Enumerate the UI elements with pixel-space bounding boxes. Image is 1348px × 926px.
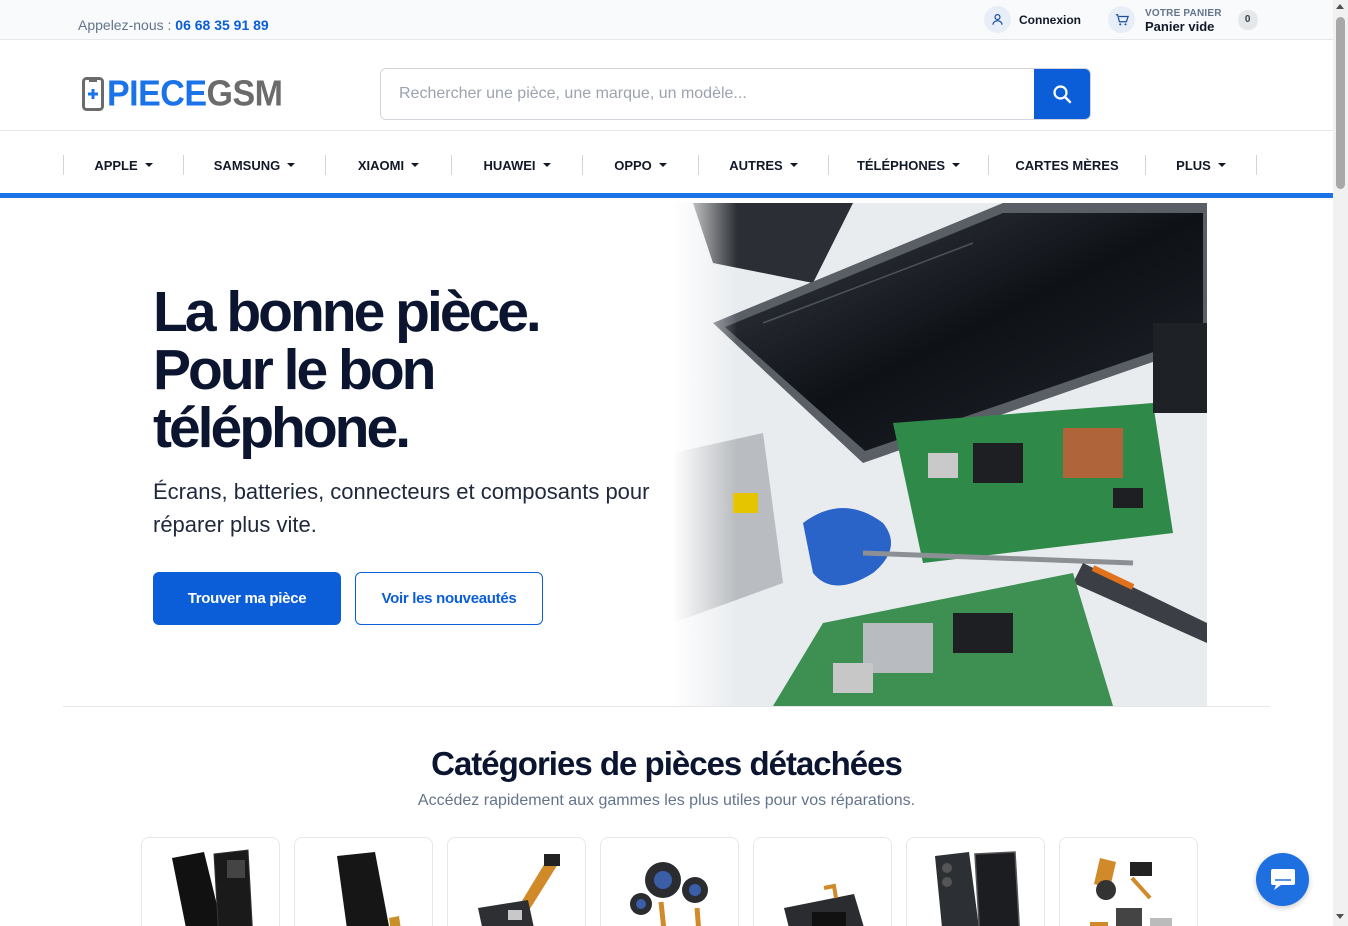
chat-button[interactable] (1256, 853, 1309, 906)
nav-item-label: PLUS (1176, 157, 1211, 173)
nav-item-plus[interactable]: PLUS (1145, 155, 1257, 175)
small-components-icon (1090, 858, 1172, 926)
login-link[interactable]: Connexion (984, 6, 1081, 33)
nav-item-telephones[interactable]: TÉLÉPHONES (828, 155, 988, 175)
user-icon (984, 6, 1011, 33)
phone-contact: Appelez-nous : 06 68 35 91 89 (78, 17, 269, 33)
cart-link[interactable]: VOTRE PANIER Panier vide 0 (1108, 6, 1258, 33)
nav-item-label: TÉLÉPHONES (856, 157, 946, 173)
nav-item-label: OPPO (614, 157, 652, 173)
nav-item-label: XIAOMI (357, 157, 405, 173)
nav-item-label: SAMSUNG (213, 157, 281, 173)
search-input[interactable] (381, 69, 1034, 119)
back-cover-icon (935, 851, 1020, 926)
logo-text: PIECEGSM (107, 76, 283, 112)
hero-section: La bonne pièce. Pour le bon téléphone. É… (63, 198, 1270, 707)
nav-item-xiaomi[interactable]: XIAOMI (325, 155, 451, 175)
speaker-part-icon (784, 883, 864, 926)
main-nav: APPLE SAMSUNG XIAOMI HUAWEI OPPO AUTRES TÉLÉPH… (0, 131, 1333, 198)
nav-item-cartes-meres[interactable]: CARTES MÈRES (988, 155, 1145, 175)
caret-down-icon (411, 163, 420, 167)
nav-item-samsung[interactable]: SAMSUNG (183, 155, 325, 175)
nav-item-label: HUAWEI (483, 157, 536, 173)
caret-down-icon (952, 163, 961, 167)
nav-item-label: CARTES MÈRES (1015, 157, 1119, 173)
category-card-screens[interactable] (141, 837, 280, 926)
caret-down-icon (287, 163, 296, 167)
scrollbar-thumb[interactable] (1336, 17, 1345, 189)
page: Appelez-nous : 06 68 35 91 89 Connexion … (0, 0, 1333, 926)
category-card-connectors[interactable] (447, 837, 586, 926)
nav-item-autres[interactable]: AUTRES (698, 155, 828, 175)
phone-repair-logo-icon (82, 77, 104, 111)
logo-part-gsm: GSM (206, 74, 283, 114)
battery-part-icon (337, 852, 401, 926)
hero-title-line-2: Pour le bon (153, 338, 436, 402)
login-label: Connexion (1019, 12, 1081, 27)
category-cards (141, 837, 1198, 926)
phone-number-link[interactable]: 06 68 35 91 89 (175, 17, 268, 33)
new-arrivals-button[interactable]: Voir les nouveautés (355, 572, 543, 625)
cart-text: VOTRE PANIER Panier vide (1145, 7, 1222, 33)
cart-icon (1108, 6, 1135, 33)
category-card-cameras[interactable] (600, 837, 739, 926)
screen-part-icon (172, 849, 253, 926)
hero-subtitle: Écrans, batteries, connecteurs et compos… (153, 479, 650, 537)
category-card-components[interactable] (1059, 837, 1198, 926)
caret-down-icon (542, 163, 551, 167)
page-scrollbar[interactable] (1333, 0, 1348, 926)
header: PIECEGSM (0, 40, 1333, 131)
cart-small-label: VOTRE PANIER (1145, 7, 1222, 19)
search-button[interactable] (1034, 69, 1090, 119)
flex-connector-icon (478, 854, 560, 926)
top-bar: Appelez-nous : 06 68 35 91 89 Connexion … (0, 0, 1333, 40)
categories-title: Catégories de pièces détachées (431, 745, 903, 782)
search-bar (380, 68, 1091, 120)
hero-title-line-1: La bonne pièce. (153, 280, 542, 344)
phone-prefix: Appelez-nous : (78, 17, 172, 33)
nav-list: APPLE SAMSUNG XIAOMI HUAWEI OPPO AUTRES TÉLÉPH… (63, 155, 1257, 175)
category-card-speakers[interactable] (753, 837, 892, 926)
nav-item-oppo[interactable]: OPPO (582, 155, 698, 175)
nav-item-label: AUTRES (729, 157, 783, 173)
nav-item-label: APPLE (94, 157, 138, 173)
category-card-back-covers[interactable] (906, 837, 1045, 926)
scroll-up-arrow-icon[interactable] (1336, 4, 1344, 9)
scroll-down-arrow-icon[interactable] (1336, 914, 1344, 919)
caret-down-icon (789, 163, 798, 167)
hero-title-line-3: téléphone. (153, 396, 411, 460)
hero-image-phone-repair (673, 203, 1207, 706)
nav-item-huawei[interactable]: HUAWEI (451, 155, 582, 175)
find-part-button[interactable]: Trouver ma pièce (153, 572, 341, 625)
chat-bubble-icon (1270, 868, 1295, 890)
caret-down-icon (1217, 163, 1226, 167)
nav-item-apple[interactable]: APPLE (63, 155, 183, 175)
caret-down-icon (144, 163, 153, 167)
cart-status: Panier vide (1145, 18, 1215, 34)
categories-subtitle: Accédez rapidement aux gammes les plus u… (417, 792, 916, 809)
site-logo[interactable]: PIECEGSM (82, 76, 283, 112)
category-card-batteries[interactable] (294, 837, 433, 926)
camera-module-icon (630, 862, 708, 926)
hero-title: La bonne pièce. Pour le bon téléphone. (153, 283, 613, 457)
cart-count-badge: 0 (1237, 9, 1258, 30)
caret-down-icon (658, 163, 667, 167)
search-icon (1053, 85, 1072, 104)
logo-part-piece: PIECE (107, 74, 207, 114)
